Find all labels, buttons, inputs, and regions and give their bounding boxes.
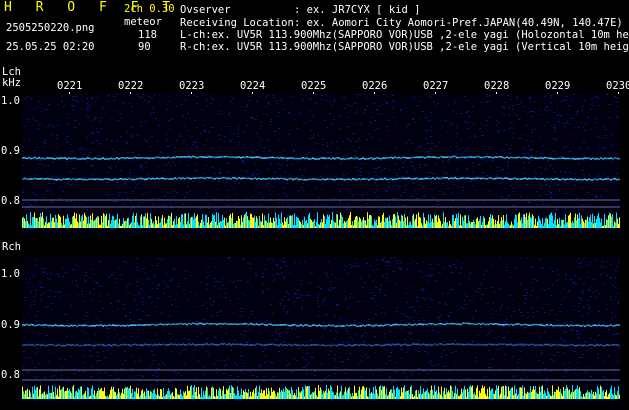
location-label: Receiving Location bbox=[180, 17, 294, 29]
rch-label: Rch bbox=[2, 241, 21, 253]
rch-ytick-0-8: 0.8 bbox=[1, 369, 20, 381]
time-tick-0224: 0224 bbox=[240, 80, 266, 92]
time-tick-0225: 0225 bbox=[301, 80, 327, 92]
rch-ytick-1-0: 1.0 bbox=[1, 268, 20, 280]
time-tick-0226: 0226 bbox=[362, 80, 388, 92]
channel-mode: 2ch 0.30 bbox=[124, 3, 175, 15]
time-tick-0221: 0221 bbox=[57, 80, 83, 92]
level-bars bbox=[22, 212, 620, 228]
observer-label: Ovserver bbox=[180, 4, 231, 16]
time-tick-0223: 0223 bbox=[179, 80, 205, 92]
lch-spectrogram bbox=[22, 94, 620, 234]
meteor-count-lch: 118 bbox=[138, 29, 157, 41]
observer-value: : ex. JR7CYX [ kid ] bbox=[294, 4, 421, 16]
noise-layer bbox=[22, 94, 620, 210]
time-tick-0222: 0222 bbox=[118, 80, 144, 92]
file-name: 2505250220.png bbox=[6, 22, 95, 34]
time-tick-0228: 0228 bbox=[484, 80, 510, 92]
lch-ytick-1-0: 1.0 bbox=[1, 95, 20, 107]
level-bars bbox=[22, 385, 620, 399]
time-tick-0227: 0227 bbox=[423, 80, 449, 92]
carrier-trace bbox=[22, 322, 620, 328]
rch-ytick-0-9: 0.9 bbox=[1, 319, 20, 331]
carrier-trace bbox=[22, 176, 620, 181]
carrier-trace bbox=[22, 343, 620, 347]
rch-spectrogram bbox=[22, 257, 620, 403]
lch-info: L-ch:ex. UV5R 113.900Mhz(SAPPORO VOR)USB… bbox=[180, 29, 629, 41]
meteor-count-rch: 90 bbox=[138, 41, 151, 53]
lch-ytick-0-9: 0.9 bbox=[1, 145, 20, 157]
rch-info: R-ch:ex. UV5R 113.900Mhz(SAPPORO VOR)USB… bbox=[180, 41, 629, 53]
noise-layer bbox=[22, 257, 620, 383]
time-tick-0230: 0230 bbox=[606, 80, 629, 92]
date-time: 25.05.25 02:20 bbox=[6, 41, 95, 53]
lch-ytick-0-8: 0.8 bbox=[1, 195, 20, 207]
time-tick-0229: 0229 bbox=[545, 80, 571, 92]
lch-unit: kHz bbox=[2, 77, 21, 89]
location-value: : ex. Aomori City Aomori-Pref.JAPAN(40.4… bbox=[294, 17, 623, 29]
detector-label: meteor bbox=[124, 16, 162, 28]
